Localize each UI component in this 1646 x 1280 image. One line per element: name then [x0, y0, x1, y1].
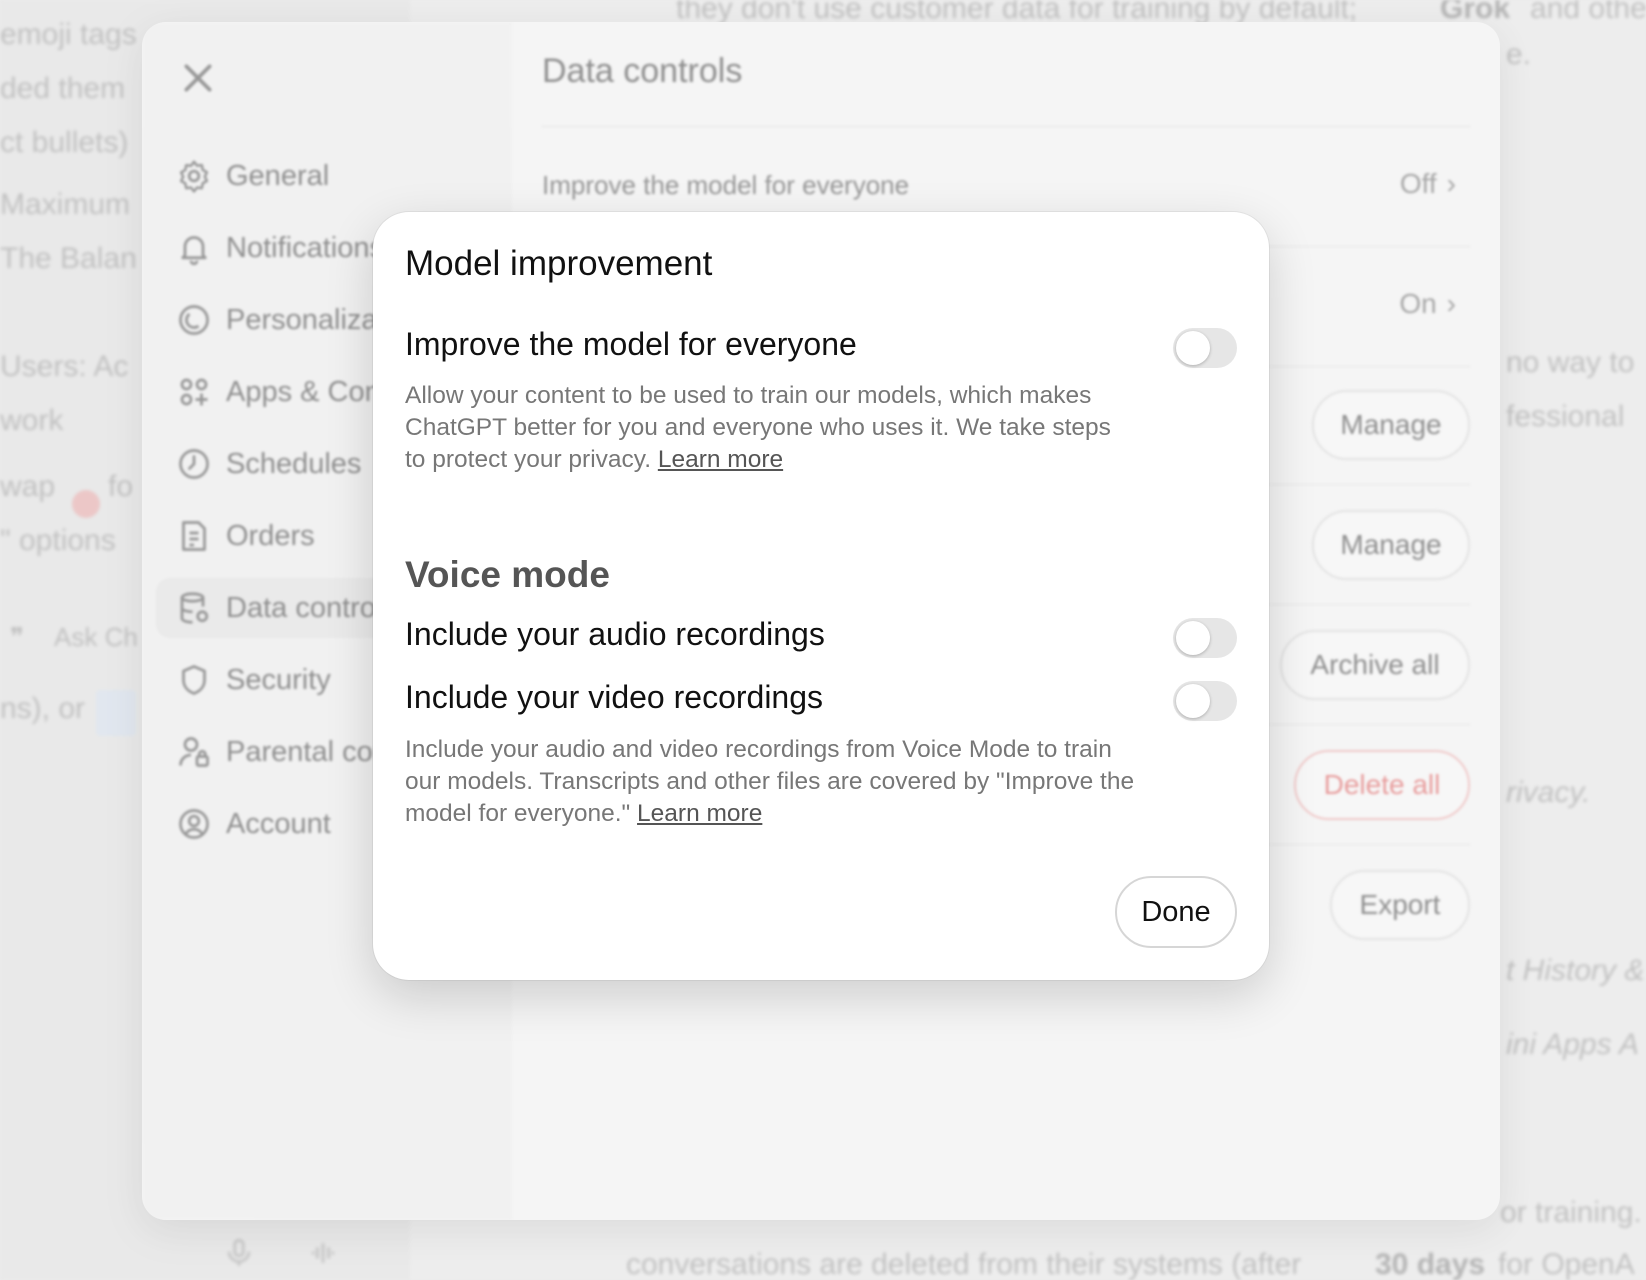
toggle-knob: [1176, 621, 1210, 655]
description-text: Include your audio and video recordings …: [405, 736, 1135, 827]
audio-recordings-toggle[interactable]: [1173, 618, 1237, 658]
improve-model-label: Improve the model for everyone: [405, 326, 857, 362]
improve-model-toggle[interactable]: [1173, 328, 1237, 368]
video-recordings-label: Include your video recordings: [405, 679, 824, 715]
learn-more-link[interactable]: Learn more: [637, 800, 762, 827]
toggle-knob: [1176, 684, 1210, 718]
improve-model-description: Allow your content to be used to train o…: [405, 380, 1135, 476]
modal-title: Model improvement: [405, 244, 713, 283]
done-button[interactable]: Done: [1115, 876, 1237, 948]
voice-mode-heading: Voice mode: [405, 554, 610, 595]
learn-more-link[interactable]: Learn more: [658, 446, 783, 473]
model-improvement-modal: Model improvement Improve the model for …: [373, 212, 1269, 980]
audio-recordings-label: Include your audio recordings: [405, 616, 825, 652]
voice-mode-description: Include your audio and video recordings …: [405, 734, 1135, 830]
video-recordings-toggle[interactable]: [1173, 681, 1237, 721]
toggle-knob: [1176, 331, 1210, 365]
